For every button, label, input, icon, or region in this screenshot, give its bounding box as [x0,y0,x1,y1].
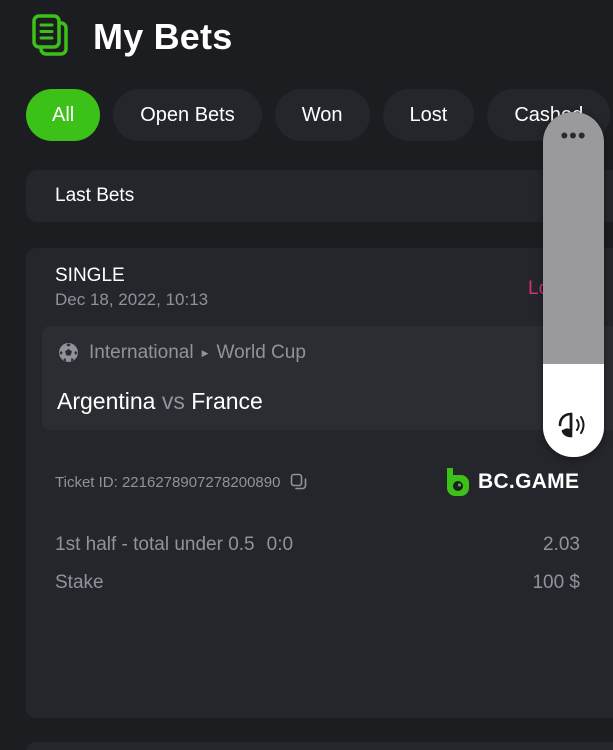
section-label: Last Bets [55,185,135,206]
bet-date: Dec 18, 2022, 10:13 [55,290,209,309]
match-info[interactable]: International ▶ World Cup Argentina vs F… [42,326,613,430]
brand-name: BC.GAME [478,470,580,493]
triangle-right-icon: ▶ [201,347,209,358]
volume-icon[interactable] [556,408,590,442]
away-team: France [191,388,263,414]
bc-game-logo [447,468,469,496]
brand: BC.GAME [444,467,579,497]
next-bet-card[interactable] [26,742,613,750]
selection-label: 1st half - total under 0.5 [55,534,255,555]
league-breadcrumb: International ▶ World Cup [89,342,306,364]
score: 0:0 [266,534,294,555]
tab-lost[interactable]: Lost [382,89,475,141]
home-team: Argentina [57,388,156,414]
soccer-ball-icon [59,343,78,362]
ticket-id: Ticket ID: 2216278907278200890 [55,473,308,491]
tab-won[interactable]: Won [274,89,370,141]
receipt-icon [32,14,68,56]
category-name: International [89,342,194,363]
stake-label: Stake [55,572,104,593]
bet-type: SINGLE [55,265,125,286]
volume-slider[interactable]: ••• [543,112,604,457]
stake-value: 100 $ [532,572,580,593]
page-title: My Bets [93,16,233,57]
bet-card[interactable]: SINGLE Dec 18, 2022, 10:13 Lost Internat… [26,248,613,718]
ticket-id-text: Ticket ID: 2216278907278200890 [55,473,281,491]
selection-row: 1st half - total under 0.5 0:0 2.03 [55,534,580,556]
filter-tabs: All Open Bets Won Lost Cashed [26,89,613,141]
stake-row: Stake 100 $ [55,572,580,594]
last-bets-header[interactable]: Last Bets [26,170,613,222]
more-dots-icon[interactable]: ••• [543,125,604,147]
tab-open-bets[interactable]: Open Bets [113,89,262,141]
copy-icon[interactable] [290,473,308,491]
vs-label: vs [161,388,185,414]
odds-value: 2.03 [543,534,580,555]
league-name: World Cup [216,342,306,363]
tab-all[interactable]: All [26,89,101,141]
match-teams: Argentina vs France [57,388,263,415]
header: My Bets [0,0,613,80]
